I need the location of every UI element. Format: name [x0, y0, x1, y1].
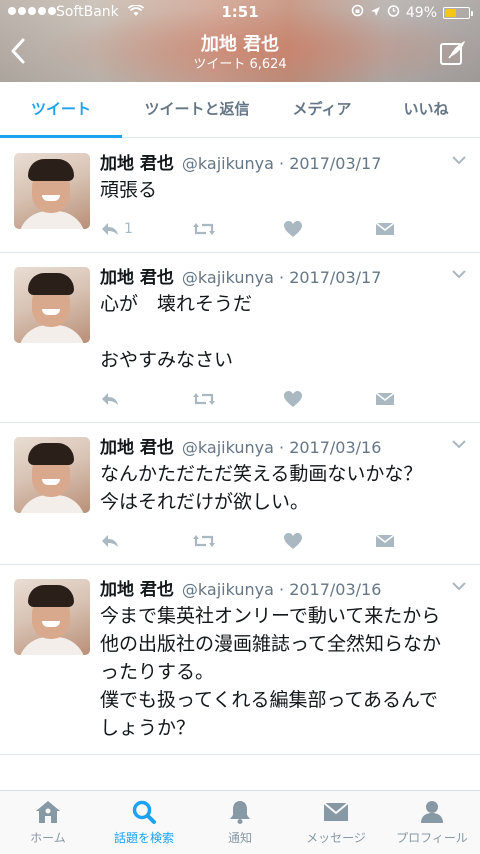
profile-tabs: ツイート ツイートと返信 メディア いいね	[0, 82, 480, 138]
like-button[interactable]	[283, 390, 375, 408]
tweet-timeline: 加地 君也 @kajikunya · 2017/03/17 頑張る 1 加地 君…	[0, 139, 480, 790]
nav-messages-label: メッセージ	[306, 831, 366, 845]
tweet[interactable]: 加地 君也 @kajikunya · 2017/03/17 頑張る 1	[0, 139, 480, 253]
reply-icon	[102, 223, 118, 235]
tweet-handle-date: @kajikunya · 2017/03/17	[181, 154, 382, 173]
direct-message-button[interactable]	[375, 221, 467, 237]
nav-home-label: ホーム	[30, 831, 66, 845]
tweet-author-name: 加地 君也	[100, 154, 174, 174]
tweet-author-name: 加地 君也	[100, 580, 174, 600]
nav-notifications-label: 通知	[227, 831, 252, 845]
avatar[interactable]	[14, 579, 90, 655]
tweet-handle-date: @kajikunya · 2017/03/17	[181, 268, 382, 287]
avatar[interactable]	[14, 267, 90, 343]
search-icon	[132, 800, 156, 824]
retweet-icon	[192, 223, 215, 235]
person-icon	[421, 801, 443, 823]
compose-tweet-button[interactable]	[438, 38, 468, 68]
direct-message-button[interactable]	[375, 533, 467, 549]
reply-button[interactable]	[100, 391, 192, 407]
chevron-down-icon[interactable]	[452, 581, 466, 591]
bell-icon	[230, 801, 250, 824]
battery-icon	[443, 6, 473, 19]
retweet-icon	[192, 393, 215, 405]
tweet-actions	[100, 388, 466, 410]
tweet-handle-date: @kajikunya · 2017/03/16	[181, 580, 382, 599]
direct-message-button[interactable]	[375, 391, 467, 407]
tweet-text: 心が 壊れそうだ おやすみなさい	[100, 293, 253, 371]
status-bar: SoftBank 1:51 49%	[0, 0, 480, 26]
envelope-icon	[323, 802, 349, 821]
tweet-author-name: 加地 君也	[100, 438, 174, 458]
tweet-actions	[100, 530, 466, 552]
reply-button[interactable]: 1	[100, 221, 192, 237]
reply-count: 1	[124, 221, 133, 237]
nav-search[interactable]: 話題を検索	[96, 791, 192, 854]
chevron-down-icon[interactable]	[452, 155, 466, 165]
tweet-actions: 1	[100, 218, 466, 240]
retweet-button[interactable]	[192, 221, 284, 237]
tweet-handle-date: @kajikunya · 2017/03/16	[181, 438, 382, 457]
envelope-icon	[375, 534, 394, 547]
tweet-author-name: 加地 君也	[100, 268, 174, 288]
retweet-icon	[192, 535, 215, 547]
tweet-text: 頑張る	[100, 179, 158, 201]
compose-icon	[440, 41, 465, 65]
like-button[interactable]	[283, 220, 375, 238]
envelope-icon	[375, 222, 394, 235]
tab-tweets-and-replies[interactable]: ツイートと返信	[122, 82, 272, 137]
reply-icon	[102, 535, 118, 547]
alarm-icon	[387, 4, 400, 21]
tab-media[interactable]: メディア	[272, 82, 372, 137]
nav-messages[interactable]: メッセージ	[288, 791, 384, 854]
envelope-icon	[375, 392, 394, 405]
tab-likes[interactable]: いいね	[372, 82, 480, 137]
nav-notifications[interactable]: 通知	[192, 791, 288, 854]
tweet-text: 今まで集英社オンリーで動いて来たから他の出版社の漫画雑誌って全然知らなかったりす…	[100, 605, 442, 739]
reply-button[interactable]	[100, 533, 192, 549]
tweet-count: ツイート 6,624	[193, 57, 287, 72]
chevron-down-icon[interactable]	[452, 269, 466, 279]
home-icon	[36, 801, 60, 823]
tab-tweets[interactable]: ツイート	[0, 82, 122, 138]
nav-profile[interactable]: プロフィール	[384, 791, 480, 854]
tweet-text: なんかただただ笑える動画ないかな？ 今はそれだけが欲しい。	[100, 463, 423, 513]
nav-profile-label: プロフィール	[396, 831, 468, 845]
nav-home[interactable]: ホーム	[0, 791, 96, 854]
nav-search-label: 話題を検索	[113, 831, 174, 845]
avatar[interactable]	[14, 437, 90, 513]
tweet[interactable]: 加地 君也 @kajikunya · 2017/03/16 今まで集英社オンリー…	[0, 565, 480, 755]
heart-icon	[284, 221, 302, 237]
reply-icon	[102, 393, 118, 405]
tweet[interactable]: 加地 君也 @kajikunya · 2017/03/17 心が 壊れそうだ お…	[0, 253, 480, 423]
lock-rotation-icon	[351, 4, 364, 21]
bottom-tab-bar: ホーム 話題を検索 通知 メッセージ プロフィール	[0, 790, 480, 854]
heart-icon	[284, 391, 302, 407]
battery-percent: 49%	[405, 4, 437, 21]
retweet-button[interactable]	[192, 391, 284, 407]
location-icon	[370, 5, 381, 21]
heart-icon	[284, 533, 302, 549]
profile-header: SoftBank 1:51 49% 加地 君也 ツイート 6,624	[0, 0, 480, 82]
retweet-button[interactable]	[192, 533, 284, 549]
avatar[interactable]	[14, 153, 90, 229]
tweet[interactable]: 加地 君也 @kajikunya · 2017/03/16 なんかただただ笑える…	[0, 423, 480, 565]
chevron-down-icon[interactable]	[452, 439, 466, 449]
like-button[interactable]	[283, 532, 375, 550]
